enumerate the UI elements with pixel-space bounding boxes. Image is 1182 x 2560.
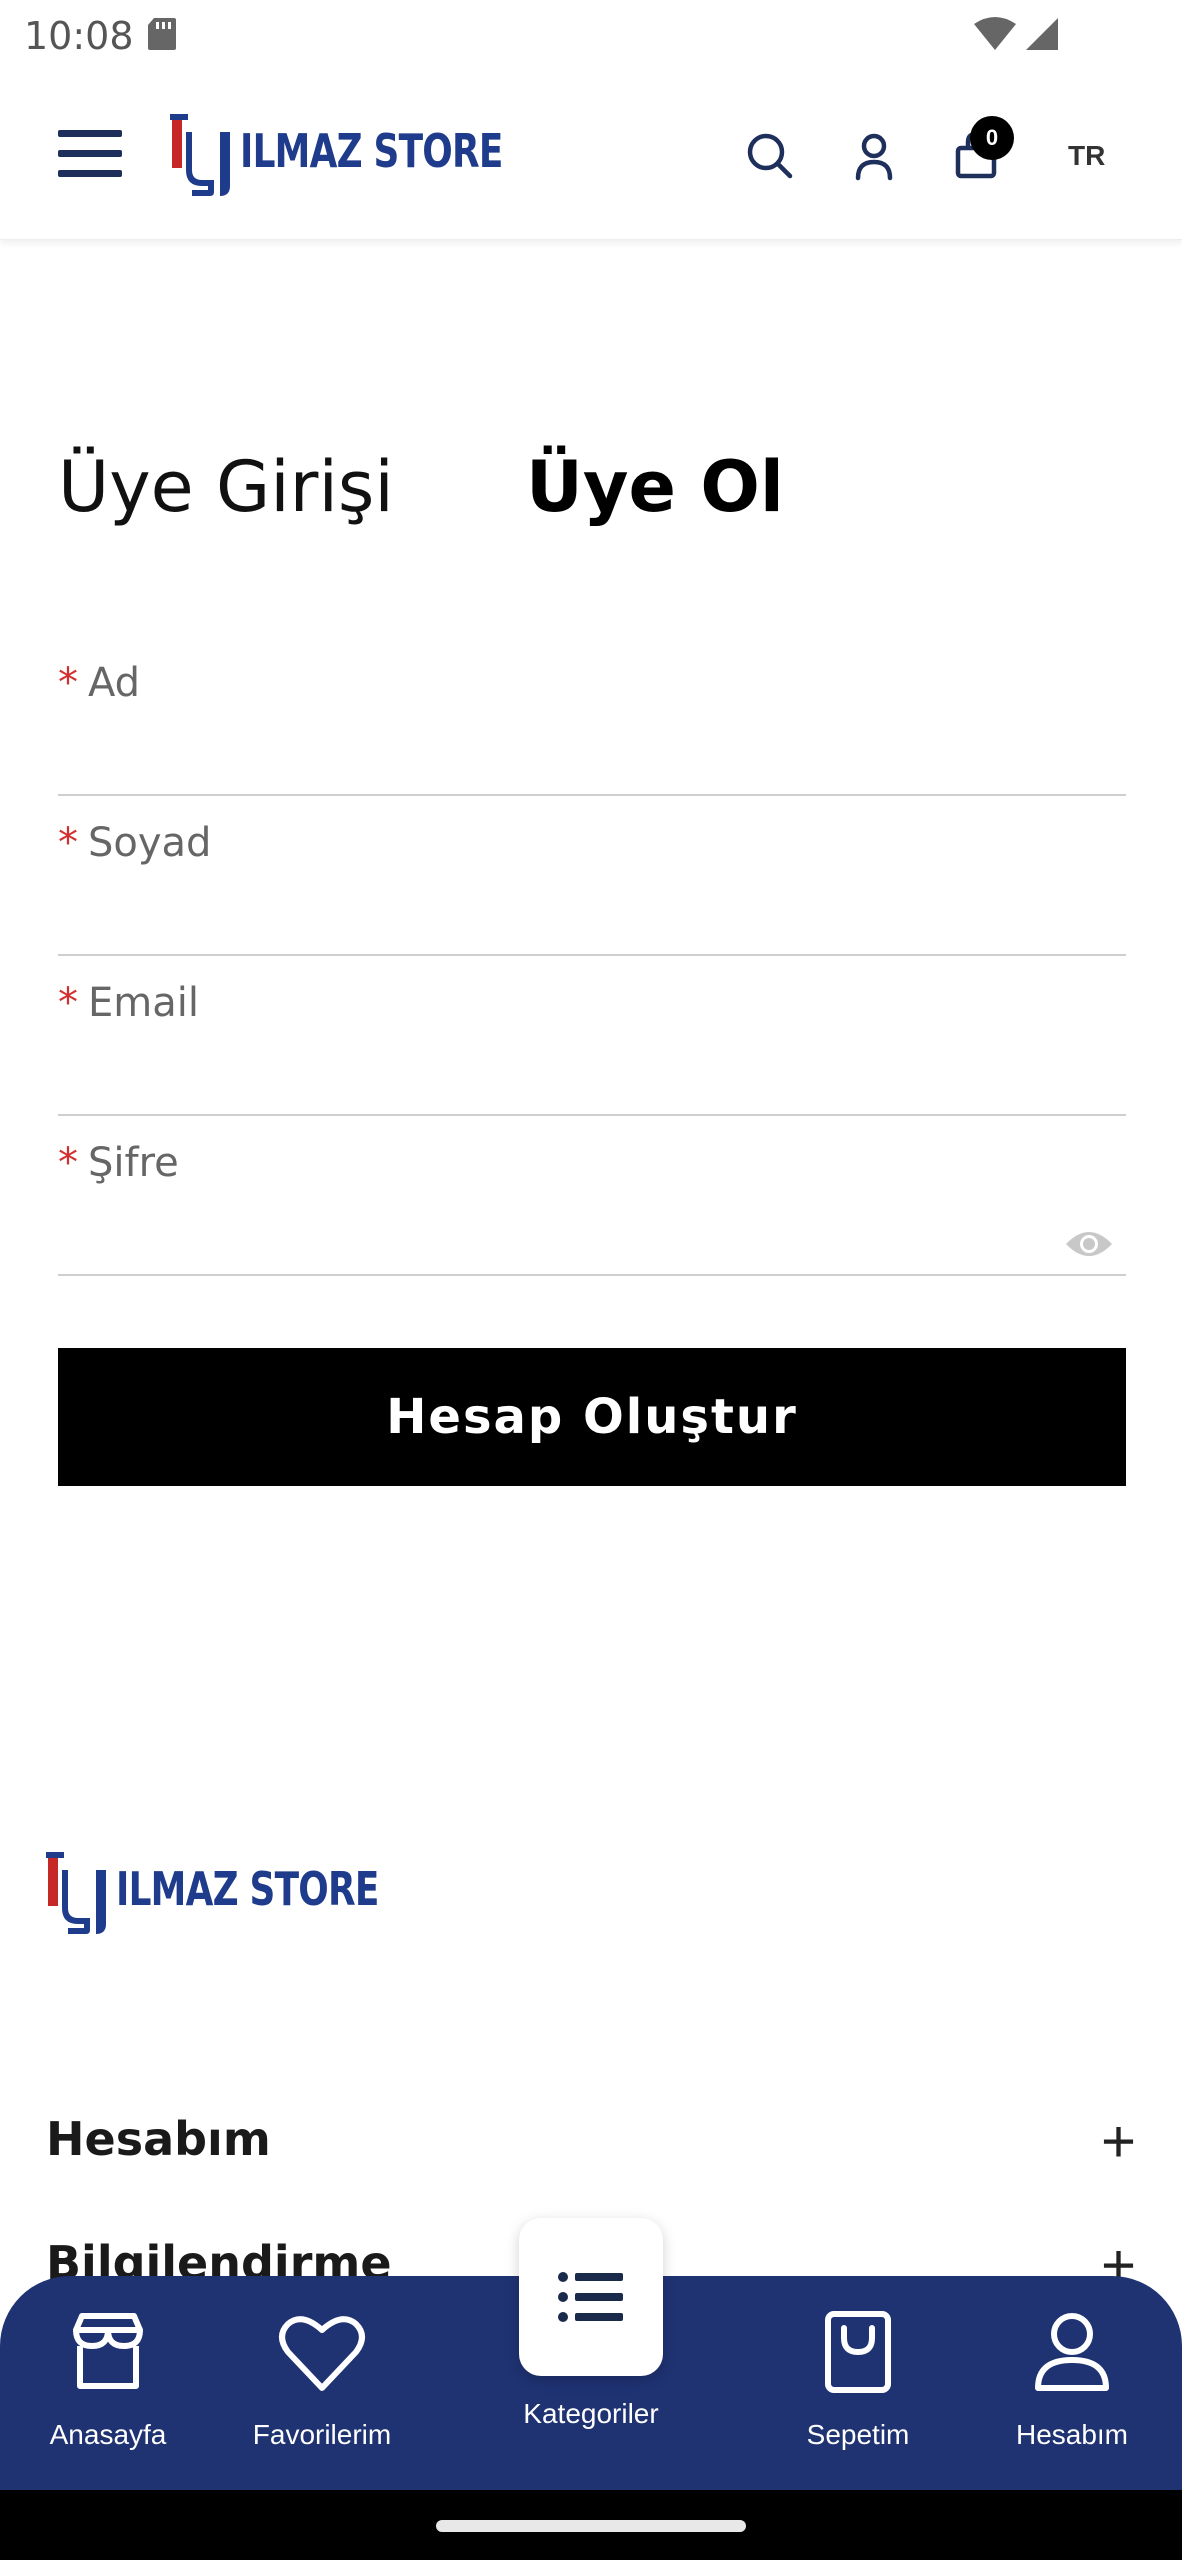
password-field: * Şifre: [58, 1140, 1126, 1290]
last-name-label: * Soyad: [58, 820, 212, 866]
first-name-field: * Ad: [58, 660, 1126, 810]
required-mark: *: [58, 820, 78, 866]
footer-logo[interactable]: ILMAZ STORE: [46, 1852, 379, 1934]
system-navigation-bar: [0, 2490, 1182, 2560]
nav-item-cart[interactable]: Sepetim: [768, 2296, 948, 2476]
nav-item-account[interactable]: Hesabım: [982, 2296, 1162, 2476]
email-input[interactable]: [58, 1050, 1058, 1130]
app-header: ILMAZ STORE 0 TR: [0, 72, 1182, 240]
password-input[interactable]: [58, 1210, 1058, 1290]
last-name-field: * Soyad: [58, 820, 1126, 970]
categories-button-box: [519, 2218, 663, 2376]
nav-item-categories[interactable]: Kategoriler: [500, 2218, 682, 2429]
search-icon[interactable]: [742, 128, 798, 184]
home-gesture-pill[interactable]: [436, 2520, 746, 2532]
nav-label: Hesabım: [1015, 2419, 1129, 2450]
language-selector[interactable]: TR: [1068, 140, 1105, 172]
password-label: * Şifre: [58, 1140, 179, 1186]
logo-mark-icon: [46, 1852, 106, 1934]
hamburger-menu-icon[interactable]: [58, 130, 122, 182]
email-field: * Email: [58, 980, 1126, 1130]
create-account-button[interactable]: Hesap Oluştur: [58, 1348, 1126, 1486]
required-mark: *: [58, 660, 78, 706]
store-logo[interactable]: ILMAZ STORE: [170, 114, 503, 196]
store-icon: [73, 2313, 143, 2389]
footer-section-title: Hesabım: [46, 2112, 271, 2166]
nav-label: Sepetim: [806, 2419, 910, 2450]
first-name-input[interactable]: [58, 730, 1058, 810]
tab-login[interactable]: Üye Girişi: [58, 446, 394, 528]
nav-label: Kategoriler: [523, 2398, 659, 2429]
user-icon[interactable]: [846, 128, 902, 184]
nav-label: Anasayfa: [49, 2419, 167, 2450]
tab-register[interactable]: Üye Ol: [526, 446, 784, 528]
required-mark: *: [58, 1140, 78, 1186]
required-mark: *: [58, 980, 78, 1026]
cart-count-badge: 0: [970, 116, 1014, 160]
wifi-icon: [974, 17, 1016, 50]
signal-icon: [1026, 18, 1058, 50]
logo-mark-icon: [170, 114, 230, 196]
footer-logo-text: ILMAZ STORE: [116, 1862, 379, 1916]
list-icon: [558, 2272, 623, 2322]
logo-text: ILMAZ STORE: [240, 124, 503, 178]
expand-plus-icon[interactable]: +: [1101, 2112, 1136, 2172]
last-name-input[interactable]: [58, 890, 1058, 970]
status-bar: 10:08: [0, 0, 1182, 72]
heart-icon: [279, 2316, 365, 2391]
user-icon: [1035, 2313, 1109, 2391]
nav-item-favorites[interactable]: Favorilerim: [232, 2296, 412, 2476]
bag-icon: [825, 2311, 891, 2393]
nav-label: Favorilerim: [252, 2419, 392, 2450]
status-time: 10:08: [24, 14, 134, 58]
email-label: * Email: [58, 980, 199, 1026]
nav-item-home[interactable]: Anasayfa: [18, 2296, 198, 2476]
show-password-eye-icon[interactable]: [1064, 1226, 1114, 1262]
first-name-label: * Ad: [58, 660, 141, 706]
footer-section-account[interactable]: Hesabım +: [46, 2112, 1136, 2192]
sd-card-icon: [148, 18, 176, 50]
